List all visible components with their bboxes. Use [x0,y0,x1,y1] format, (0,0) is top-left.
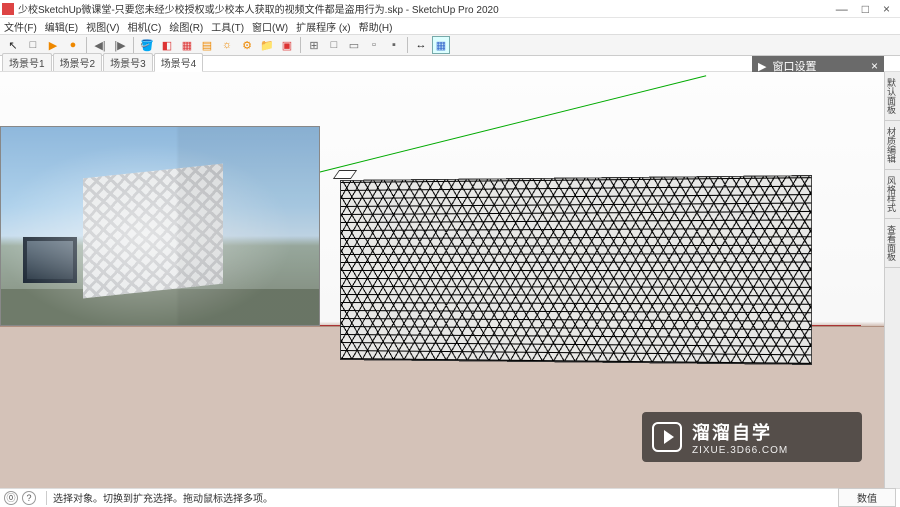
rec-icon[interactable]: ● [64,36,82,54]
menu-help[interactable]: 帮助(H) [359,19,393,34]
menu-window[interactable]: 窗口(W) [252,19,288,34]
photo-building-pattern [83,164,223,299]
right-tab-1[interactable]: 默认面板 [885,72,900,121]
scene-tab-2[interactable]: 场景号2 [53,53,103,71]
scene-tab-3[interactable]: 场景号3 [103,53,153,71]
view5-icon[interactable]: ▪ [385,36,403,54]
window-title: 少校SketchUp微课堂-只要您未经少校授权或少校本人获取的视频文件都是盗用行… [18,1,836,16]
e1[interactable]: □ [24,36,42,54]
gear-icon[interactable]: ⚙ [238,36,256,54]
box2-icon[interactable]: ▤ [198,36,216,54]
menu-view[interactable]: 视图(V) [86,19,119,34]
view2-icon[interactable]: □ [325,36,343,54]
select-tool[interactable]: ↖ [4,36,22,54]
toolbar-separator [300,37,301,53]
window-controls: — □ × [836,2,898,16]
folder-icon[interactable]: 📁 [258,36,276,54]
model-textured-wall[interactable] [340,175,812,365]
menu-tools[interactable]: 工具(T) [211,19,244,34]
paint-icon[interactable]: 🪣 [138,36,156,54]
photo-billboard [23,237,77,283]
titlebar: 少校SketchUp微课堂-只要您未经少校授权或少校本人获取的视频文件都是盗用行… [0,0,900,18]
watermark-title: 溜溜自学 [692,419,788,445]
menu-edit[interactable]: 编辑(E) [45,19,78,34]
photo-ground [1,289,319,325]
view4-icon[interactable]: ▫ [365,36,383,54]
menu-camera[interactable]: 相机(C) [127,19,161,34]
watermark-url: ZIXUE.3D66.COM [692,445,788,456]
green-axis [318,75,706,173]
statusbar: ⓪ ? 选择对象。切换到扩充选择。拖动鼠标选择多项。 数值 [0,488,900,506]
toolbar-separator [133,37,134,53]
viewport[interactable]: 溜溜自学 ZIXUE.3D66.COM [0,72,884,488]
close-button[interactable]: × [883,2,890,16]
status-help-icon[interactable]: ? [22,491,36,505]
measure-icon[interactable]: ↔ [412,36,430,54]
status-geo-icon[interactable]: ⓪ [4,491,18,505]
right-tab-3[interactable]: 风格样式 [885,170,900,219]
cube-icon[interactable]: ◧ [158,36,176,54]
play-icon [652,422,682,452]
watermark: 溜溜自学 ZIXUE.3D66.COM [642,412,862,462]
panel-close-icon[interactable]: × [871,59,878,73]
scene-tab-1[interactable]: 场景号1 [2,53,52,71]
img-icon[interactable]: ▣ [278,36,296,54]
axes-icon[interactable]: ▦ [432,36,450,54]
scene-tab-4[interactable]: 场景号4 [154,53,204,72]
panel-arrow-icon[interactable]: ▶ [758,60,766,73]
photo-building [83,164,223,299]
app-icon [2,3,14,15]
model-top-face[interactable] [333,170,357,179]
menu-ext[interactable]: 扩展程序 (x) [296,19,350,34]
minimize-button[interactable]: — [836,2,848,16]
right-tab-4[interactable]: 查看面板 [885,219,900,268]
menu-draw[interactable]: 绘图(R) [169,19,203,34]
maximize-button[interactable]: □ [862,2,869,16]
box1-icon[interactable]: ▦ [178,36,196,54]
toolbar-separator [407,37,408,53]
next-icon[interactable]: |▶ [111,36,129,54]
view3-icon[interactable]: ▭ [345,36,363,54]
status-measurement-box[interactable]: 数值 [838,488,896,507]
right-tab-strip: 默认面板 材质编辑 风格样式 查看面板 [884,72,900,488]
menubar: 文件(F) 编辑(E) 视图(V) 相机(C) 绘图(R) 工具(T) 窗口(W… [0,18,900,34]
menu-file[interactable]: 文件(F) [4,19,37,34]
sun-icon[interactable]: ☼ [218,36,236,54]
play-icon[interactable]: ▶ [44,36,62,54]
reference-photo[interactable] [0,126,320,326]
toolbar-separator [86,37,87,53]
prev-icon[interactable]: ◀| [91,36,109,54]
status-hint: 选择对象。切换到扩充选择。拖动鼠标选择多项。 [53,490,273,505]
status-sep [46,491,47,505]
view1-icon[interactable]: ⊞ [305,36,323,54]
right-tab-2[interactable]: 材质编辑 [885,121,900,170]
